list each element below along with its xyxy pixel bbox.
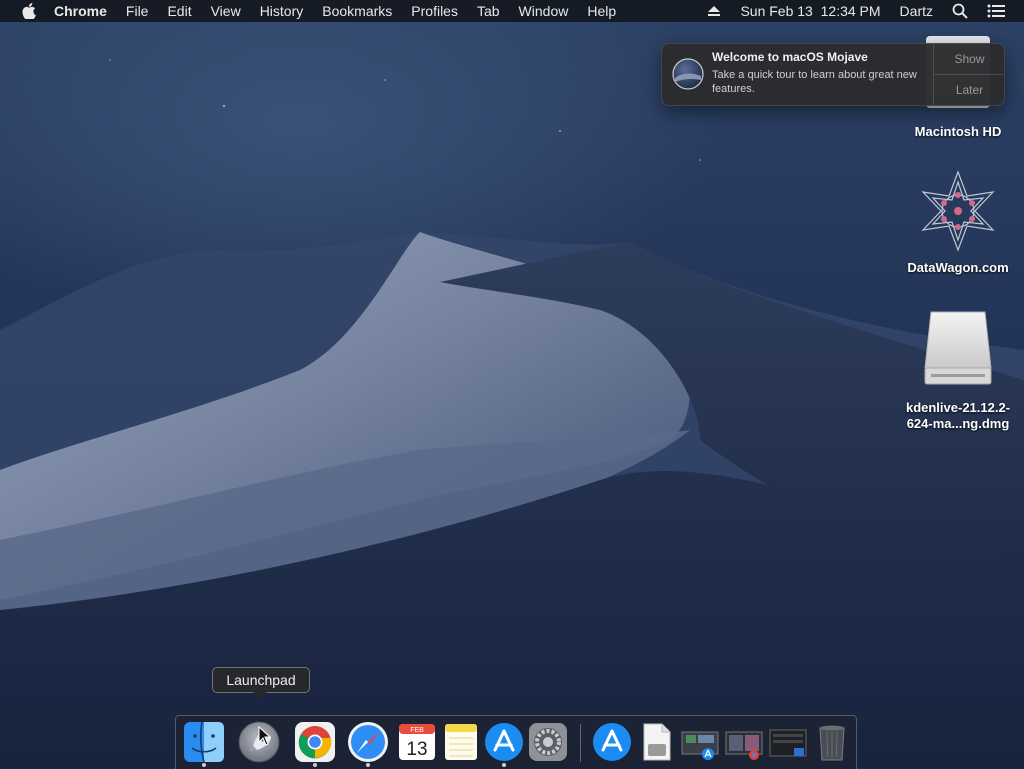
macos-mojave-icon [672,58,704,90]
dock-document[interactable] [634,720,678,764]
running-indicator [202,763,206,767]
desktop-icon-kdenlive-dmg[interactable]: kdenlive-21.12.2-624-ma...ng.dmg [898,308,1018,432]
applications-folder-icon [593,723,631,761]
system-preferences-gear-icon [529,723,567,761]
menu-bookmarks[interactable]: Bookmarks [322,3,392,19]
notification-title: Welcome to macOS Mojave [712,50,868,64]
datawagon-logo-icon [921,170,995,252]
dock-calendar[interactable]: FEB 13 [395,720,439,764]
desktop-wallpaper [0,0,1024,768]
menu-user[interactable]: Dartz [900,3,933,19]
downloads-stack-icon [725,731,763,760]
dock-tooltip: Launchpad [212,667,310,699]
dock-stack-documents[interactable] [766,720,810,764]
dock-stack-screenshots[interactable] [678,720,722,764]
documents-stack-icon [769,729,807,757]
dock-finder[interactable] [182,720,226,767]
spotlight-search-icon[interactable] [952,3,968,19]
calendar-icon: FEB 13 [399,724,435,760]
notification-later-button[interactable]: Later [934,74,1004,105]
dock-stack-downloads[interactable] [722,720,766,764]
calendar-month: FEB [410,727,424,734]
desktop-icon-datawagon[interactable]: DataWagon.com [898,168,1018,276]
desktop-icon-label: Macintosh HD [914,124,1002,139]
running-indicator [313,763,317,767]
eject-icon[interactable] [707,5,721,17]
menu-app-name[interactable]: Chrome [54,3,107,19]
welcome-notification[interactable]: Welcome to macOS Mojave Take a quick tou… [661,43,1005,106]
dock-applications-stack[interactable] [590,720,634,764]
dock-notes[interactable] [439,720,483,764]
screenshots-stack-icon [681,731,719,760]
apple-menu-icon[interactable] [20,2,38,20]
menu-history[interactable]: History [260,3,304,19]
finder-icon [184,721,224,763]
document-icon [643,723,671,761]
dock-app-store[interactable] [482,720,526,767]
menu-window[interactable]: Window [519,3,569,19]
dock: FEB 13 [175,715,857,769]
chrome-icon [295,722,335,762]
dock-system-preferences[interactable] [526,720,570,764]
dock-chrome[interactable] [293,720,337,767]
menu-bar: Chrome File Edit View History Bookmarks … [0,0,1024,22]
menu-tab[interactable]: Tab [477,3,500,19]
menu-file[interactable]: File [126,3,149,19]
menu-edit[interactable]: Edit [167,3,191,19]
desktop-icon-label: kdenlive-21.12.2-624-ma...ng.dmg [905,400,1011,431]
menu-clock[interactable]: Sun Feb 13 12:34 PM [740,3,880,19]
running-indicator [502,763,506,767]
app-store-icon [485,723,523,761]
menu-help[interactable]: Help [587,3,616,19]
dock-safari[interactable] [346,720,390,767]
notification-center-icon[interactable] [987,4,1005,18]
menu-profiles[interactable]: Profiles [411,3,458,19]
dock-separator [580,724,581,762]
notification-body: Take a quick tour to learn about great n… [712,69,917,95]
disk-image-icon [924,311,992,385]
running-indicator [366,763,370,767]
calendar-day: 13 [406,739,427,760]
mouse-cursor-icon [258,726,272,746]
notes-icon [445,724,477,760]
notification-show-button[interactable]: Show [934,44,1004,74]
dock-trash[interactable] [810,720,854,764]
tooltip-label: Launchpad [226,672,296,688]
desktop-icon-label: DataWagon.com [907,260,1009,275]
menu-view[interactable]: View [211,3,241,19]
trash-icon [819,725,845,761]
safari-compass-icon [348,722,388,762]
